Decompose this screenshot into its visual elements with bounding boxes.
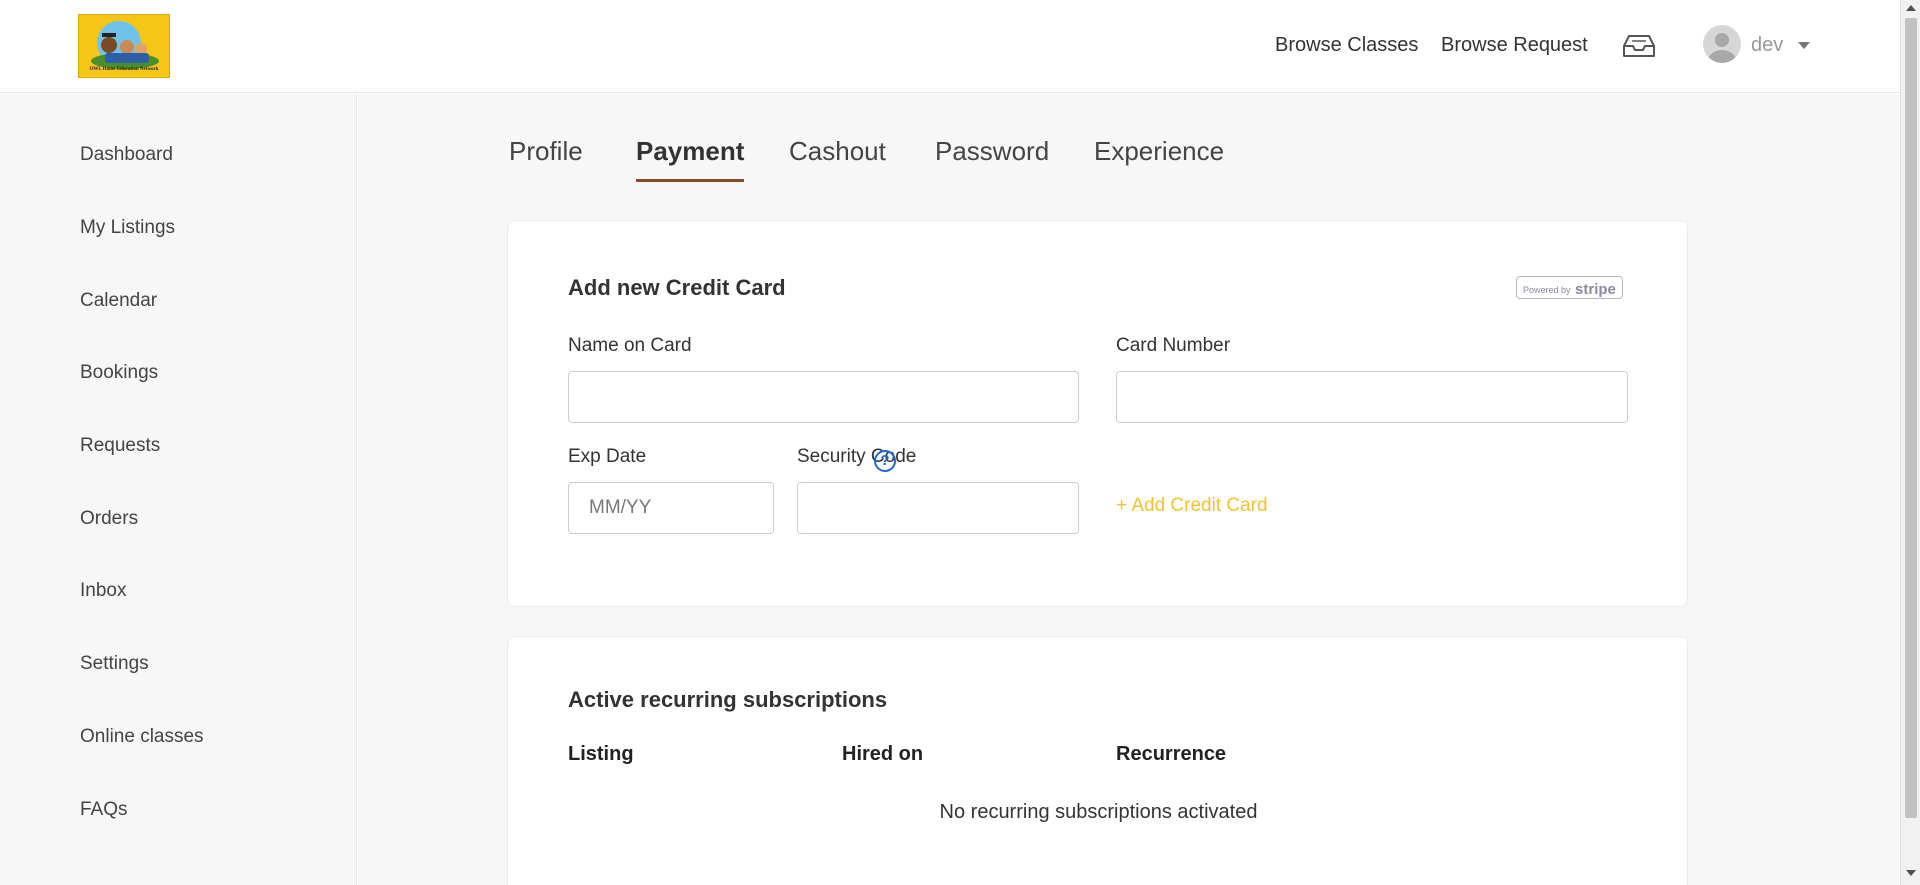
- exp-date-input[interactable]: [568, 482, 774, 534]
- user-name[interactable]: dev: [1751, 34, 1783, 57]
- add-credit-card-button[interactable]: + Add Credit Card: [1116, 495, 1268, 517]
- logo-text: OWL Home Education Network: [89, 67, 159, 72]
- empty-subscriptions-message: No recurring subscriptions activated: [939, 801, 1258, 823]
- sidebar: Dashboard My Listings Calendar Bookings …: [0, 94, 357, 885]
- site-logo[interactable]: OWL Home Education Network: [78, 14, 170, 78]
- add-credit-card-panel: Add new Credit Card Powered by stripe Na…: [507, 220, 1688, 607]
- card-number-label: Card Number: [1116, 335, 1231, 356]
- tab-cashout[interactable]: Cashout: [789, 136, 886, 179]
- user-avatar-icon[interactable]: [1703, 25, 1741, 63]
- subscriptions-panel: Active recurring subscriptions Listing H…: [507, 636, 1688, 885]
- tab-payment[interactable]: Payment: [636, 136, 745, 182]
- exp-date-label: Exp Date: [568, 446, 647, 467]
- sidebar-item-orders[interactable]: Orders: [80, 508, 138, 530]
- sidebar-item-inbox[interactable]: Inbox: [80, 580, 126, 602]
- top-header: OWL Home Education Network Browse Classe…: [0, 0, 1900, 93]
- column-header-listing: Listing: [568, 743, 634, 765]
- add-credit-card-title: Add new Credit Card: [568, 275, 786, 300]
- security-code-input[interactable]: [797, 482, 1079, 534]
- nav-browse-request[interactable]: Browse Request: [1441, 34, 1588, 57]
- sidebar-item-settings[interactable]: Settings: [80, 653, 149, 675]
- sidebar-item-faqs[interactable]: FAQs: [80, 799, 128, 821]
- tab-experience[interactable]: Experience: [1094, 136, 1224, 179]
- name-on-card-input[interactable]: [568, 371, 1079, 423]
- sidebar-item-my-listings[interactable]: My Listings: [80, 217, 175, 239]
- stripe-badge-brand: stripe: [1575, 281, 1616, 298]
- sidebar-item-online-classes[interactable]: Online classes: [80, 726, 204, 748]
- scroll-up-arrow-icon[interactable]: [1906, 5, 1916, 11]
- security-code-label: Security Code: [797, 446, 917, 467]
- nav-browse-classes[interactable]: Browse Classes: [1275, 34, 1418, 57]
- sidebar-item-dashboard[interactable]: Dashboard: [80, 144, 173, 166]
- column-header-hired-on: Hired on: [842, 743, 924, 765]
- chevron-down-icon[interactable]: [1798, 42, 1810, 49]
- subscriptions-title: Active recurring subscriptions: [568, 687, 888, 712]
- inbox-tray-icon[interactable]: [1622, 33, 1656, 59]
- tab-password[interactable]: Password: [935, 136, 1049, 179]
- card-number-input[interactable]: [1116, 371, 1628, 423]
- name-on-card-label: Name on Card: [568, 335, 692, 356]
- powered-by-stripe-badge: Powered by stripe: [1516, 276, 1623, 299]
- scroll-down-arrow-icon[interactable]: [1906, 870, 1916, 876]
- column-header-recurrence: Recurrence: [1116, 743, 1227, 765]
- sidebar-item-bookings[interactable]: Bookings: [80, 362, 158, 384]
- help-question-icon[interactable]: ?: [874, 450, 896, 472]
- main-content: Profile Payment Cashout Password Experie…: [358, 94, 1900, 885]
- stripe-badge-prefix: Powered by: [1523, 285, 1571, 295]
- page-scrollbar[interactable]: [1900, 0, 1920, 885]
- sidebar-item-calendar[interactable]: Calendar: [80, 290, 157, 312]
- sidebar-item-requests[interactable]: Requests: [80, 435, 160, 457]
- tab-profile[interactable]: Profile: [509, 136, 583, 179]
- scrollbar-thumb[interactable]: [1905, 18, 1917, 818]
